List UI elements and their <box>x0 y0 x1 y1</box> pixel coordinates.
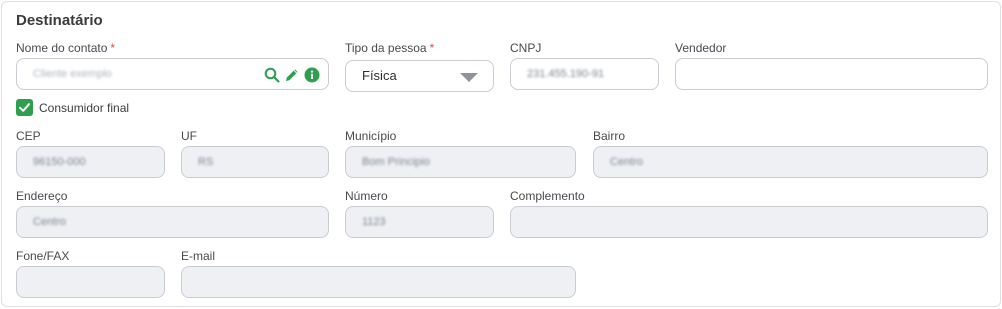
numero-label: Número <box>345 189 388 203</box>
endereco-label: Endereço <box>16 189 68 203</box>
complemento-input[interactable] <box>510 206 988 238</box>
bairro-value: Centro <box>610 156 644 168</box>
fone-label: Fone/FAX <box>16 249 70 263</box>
numero-input[interactable]: 1123 <box>345 206 494 238</box>
final-consumer-checkbox[interactable] <box>16 99 33 116</box>
chevron-down-icon <box>460 73 478 82</box>
search-icon[interactable] <box>263 66 280 83</box>
uf-value: RS <box>198 156 214 168</box>
cnpj-value: 231.455.190-91 <box>527 68 605 80</box>
person-type-label: Tipo da pessoa * <box>345 41 435 55</box>
uf-input[interactable]: RS <box>181 146 329 178</box>
cnpj-input[interactable]: 231.455.190-91 <box>510 58 659 90</box>
info-icon[interactable] <box>303 66 320 83</box>
contact-label: Nome do contato * <box>16 41 116 55</box>
municipio-input[interactable]: Bom Principio <box>345 146 576 178</box>
bairro-input[interactable]: Centro <box>593 146 988 178</box>
seller-label: Vendedor <box>675 41 727 55</box>
endereco-input[interactable]: Centro <box>16 206 329 238</box>
edit-icon[interactable] <box>283 66 300 83</box>
cnpj-label: CNPJ <box>510 41 542 55</box>
uf-label: UF <box>181 129 197 143</box>
email-input[interactable] <box>181 266 576 298</box>
cep-label: CEP <box>16 129 41 143</box>
fone-input[interactable] <box>16 266 165 298</box>
complemento-label: Complemento <box>510 189 585 203</box>
check-icon <box>19 103 30 112</box>
numero-value: 1123 <box>362 216 386 228</box>
seller-input[interactable] <box>675 58 988 90</box>
cep-input[interactable]: 96150-000 <box>16 146 165 178</box>
final-consumer-label: Consumidor final <box>39 101 130 115</box>
person-type-value: Física <box>362 68 397 83</box>
cep-value: 96150-000 <box>33 156 86 168</box>
section-title: Destinatário <box>16 12 103 29</box>
person-type-select[interactable]: Física <box>345 60 494 92</box>
email-label: E-mail <box>181 249 216 263</box>
contact-name-input[interactable]: Cliente exemplo <box>16 58 329 90</box>
bairro-label: Bairro <box>593 129 626 143</box>
municipio-value: Bom Principio <box>362 156 430 168</box>
endereco-value: Centro <box>33 216 67 228</box>
municipio-label: Município <box>345 129 397 143</box>
contact-name-placeholder: Cliente exemplo <box>33 68 112 80</box>
